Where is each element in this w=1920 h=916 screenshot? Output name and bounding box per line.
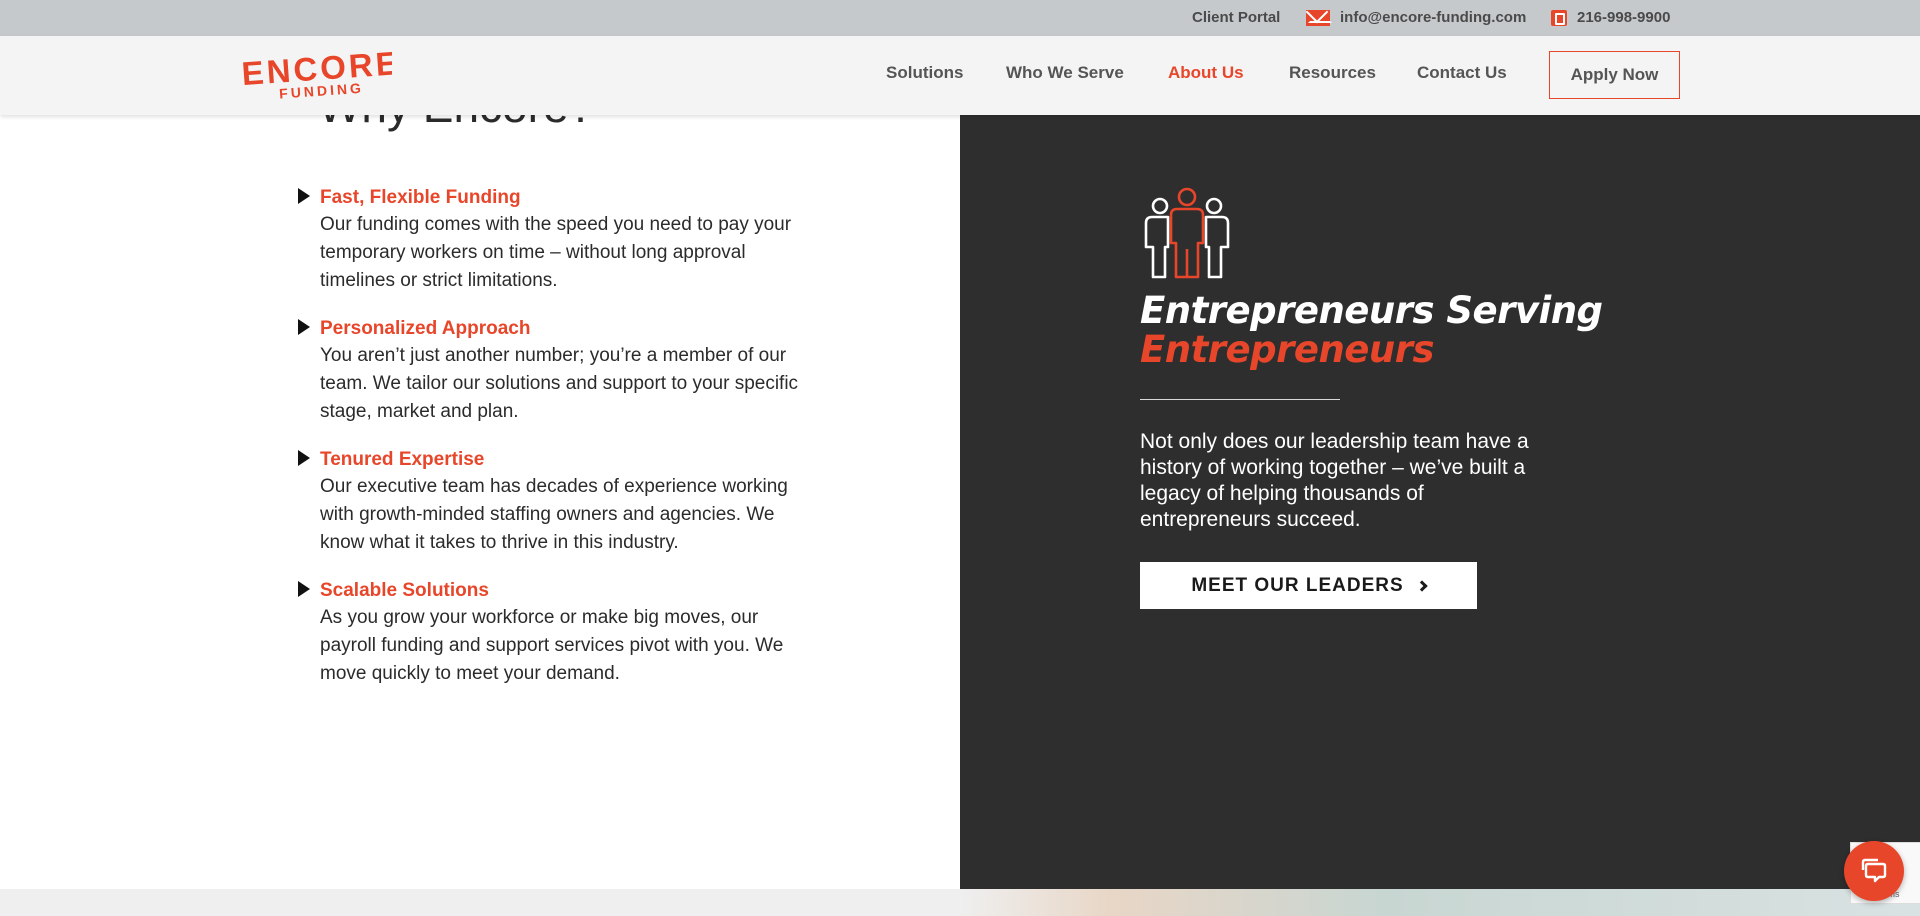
- apply-now-button[interactable]: Apply Now: [1549, 51, 1680, 99]
- feature-text: You aren’t just another number; you’re a…: [320, 345, 799, 422]
- triangle-bullet-icon: [298, 319, 310, 335]
- people-group-icon: [1144, 187, 1230, 279]
- feature-text: Our executive team has decades of experi…: [320, 476, 788, 553]
- meet-our-leaders-button[interactable]: MEET OUR LEADERS: [1140, 562, 1477, 609]
- feature-text: As you grow your workforce or make big m…: [320, 607, 784, 684]
- feature-title: Fast, Flexible Funding: [320, 187, 521, 208]
- email-link[interactable]: info@encore-funding.com: [1306, 9, 1526, 26]
- chevron-right-icon: [1416, 579, 1428, 592]
- triangle-bullet-icon: [298, 188, 310, 204]
- list-item: Scalable Solutions As you grow your work…: [298, 578, 818, 688]
- feature-title: Scalable Solutions: [320, 580, 489, 601]
- why-encore-section: Why Encore? Fast, Flexible Funding Our f…: [0, 80, 960, 889]
- triangle-bullet-icon: [298, 450, 310, 466]
- list-item: Fast, Flexible Funding Our funding comes…: [298, 185, 818, 295]
- phone-icon: [1551, 9, 1567, 26]
- utility-bar: Client Portal info@encore-funding.com 21…: [0, 0, 1920, 36]
- chat-button[interactable]: [1844, 841, 1904, 901]
- feature-list: Fast, Flexible Funding Our funding comes…: [298, 185, 818, 709]
- nav-resources[interactable]: Resources: [1289, 63, 1376, 83]
- panel-text: Not only does our leadership team have a…: [1140, 430, 1529, 531]
- envelope-icon: [1306, 9, 1330, 26]
- panel-heading-line1: Entrepreneurs Serving: [1140, 289, 1603, 332]
- feature-title: Personalized Approach: [320, 318, 531, 339]
- entrepreneurs-panel: Entrepreneurs Serving Entrepreneurs Not …: [960, 115, 1920, 889]
- chat-bubble-icon: [1861, 858, 1887, 883]
- nav-contact-us[interactable]: Contact Us: [1417, 63, 1507, 83]
- divider: [1140, 399, 1340, 400]
- nav-about-us[interactable]: About Us: [1168, 63, 1244, 83]
- encore-funding-logo[interactable]: ENCORE FUNDING: [240, 50, 392, 100]
- list-item: Personalized Approach You aren’t just an…: [298, 316, 818, 426]
- phone-text: 216-998-9900: [1577, 9, 1671, 26]
- next-section-preview: [0, 889, 1920, 916]
- site-header: ENCORE FUNDING Solutions Who We Serve Ab…: [0, 36, 1920, 115]
- list-item: Tenured Expertise Our executive team has…: [298, 447, 818, 557]
- feature-text: Our funding comes with the speed you nee…: [320, 214, 792, 291]
- email-text: info@encore-funding.com: [1340, 9, 1527, 26]
- panel-heading: Entrepreneurs Serving Entrepreneurs: [1140, 291, 1603, 369]
- feature-title: Tenured Expertise: [320, 449, 485, 470]
- panel-heading-line2: Entrepreneurs: [1140, 328, 1435, 371]
- triangle-bullet-icon: [298, 581, 310, 597]
- client-portal-link[interactable]: Client Portal: [1192, 9, 1280, 26]
- nav-solutions[interactable]: Solutions: [886, 63, 963, 83]
- nav-who-we-serve[interactable]: Who We Serve: [1006, 63, 1124, 83]
- phone-link[interactable]: 216-998-9900: [1551, 9, 1670, 26]
- button-label: MEET OUR LEADERS: [1191, 574, 1404, 596]
